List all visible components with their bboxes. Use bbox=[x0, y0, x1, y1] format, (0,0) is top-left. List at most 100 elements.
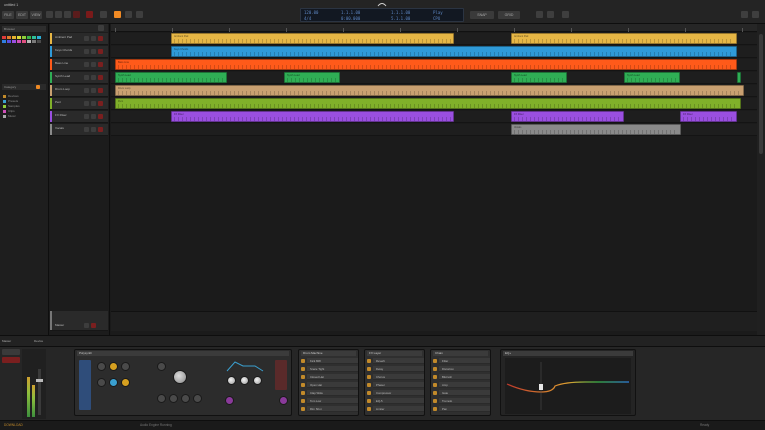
filter-cutoff-knob[interactable] bbox=[173, 370, 187, 384]
device-slot[interactable]: Reverb bbox=[373, 358, 424, 364]
palette-swatch[interactable] bbox=[17, 40, 21, 43]
master-record-button[interactable] bbox=[91, 323, 96, 328]
osc-panel[interactable] bbox=[79, 360, 91, 410]
loop-start-readout[interactable]: 1.1.1.00 bbox=[391, 10, 410, 15]
track-lane[interactable]: Drum Loop bbox=[111, 85, 757, 97]
palette-swatch[interactable] bbox=[32, 40, 36, 43]
volume-fader[interactable] bbox=[38, 369, 41, 415]
device-slot[interactable]: Distortion bbox=[439, 366, 490, 372]
record-arm-button[interactable] bbox=[98, 114, 103, 119]
eq-graph[interactable] bbox=[505, 358, 631, 414]
synth-device[interactable]: Polysynth bbox=[74, 349, 292, 416]
loop-icon[interactable] bbox=[64, 11, 71, 18]
device-tab[interactable]: Device bbox=[34, 338, 64, 345]
track-name[interactable]: Ambient Pad bbox=[55, 35, 72, 39]
track-header[interactable]: Synth Lead bbox=[50, 72, 108, 84]
osc2-knob[interactable] bbox=[109, 362, 118, 371]
view-menu-button[interactable]: VIEW bbox=[30, 11, 42, 19]
edit-menu-button[interactable]: EDIT bbox=[16, 11, 28, 19]
track-header[interactable]: Drum Loop bbox=[50, 85, 108, 97]
mute-button[interactable] bbox=[84, 49, 89, 54]
clip[interactable]: Ambient Pad bbox=[511, 33, 737, 44]
mix-mode-icon[interactable] bbox=[125, 11, 132, 18]
browser-item[interactable]: Presets bbox=[2, 99, 46, 103]
pointer-tool-icon[interactable] bbox=[547, 11, 554, 18]
mute-button[interactable] bbox=[84, 101, 89, 106]
solo-button[interactable] bbox=[91, 36, 96, 41]
device-slot[interactable]: Clap Wide bbox=[307, 390, 358, 396]
device-slot[interactable]: Gate bbox=[439, 390, 490, 396]
track-header[interactable]: Vocals bbox=[50, 124, 108, 136]
device-slot[interactable]: Kick 808 bbox=[307, 358, 358, 364]
solo-button[interactable] bbox=[91, 114, 96, 119]
time-signature-readout[interactable]: 4/4 bbox=[304, 16, 311, 21]
palette-swatch[interactable] bbox=[37, 36, 41, 39]
track-name[interactable]: Vocals bbox=[55, 126, 64, 130]
track-header[interactable]: Bass Line bbox=[50, 59, 108, 71]
grid-button[interactable]: GRID bbox=[498, 11, 520, 19]
device-slot[interactable]: Limiter bbox=[373, 406, 424, 412]
solo-button[interactable] bbox=[91, 75, 96, 80]
device-slot[interactable]: Chorus bbox=[373, 374, 424, 380]
device-slot[interactable]: Delay bbox=[373, 366, 424, 372]
device-slot[interactable]: Pan bbox=[439, 406, 490, 412]
track-header[interactable]: Perc bbox=[50, 98, 108, 110]
palette-swatch[interactable] bbox=[27, 36, 31, 39]
clip[interactable]: Drum Loop bbox=[115, 85, 744, 96]
timeline-ruler[interactable] bbox=[111, 24, 757, 32]
clip[interactable] bbox=[737, 72, 741, 83]
add-track-icon[interactable] bbox=[98, 25, 104, 31]
clip[interactable]: Synth Lead bbox=[115, 72, 227, 83]
arrange-mode-icon[interactable] bbox=[114, 11, 121, 18]
record-arm-button[interactable] bbox=[98, 101, 103, 106]
track-lane[interactable]: Ambient Pad Ambient Pad bbox=[111, 33, 757, 45]
device-menu-icon[interactable] bbox=[2, 349, 20, 355]
browser-item[interactable]: Music bbox=[2, 114, 46, 118]
mute-button[interactable] bbox=[84, 88, 89, 93]
device-slot[interactable]: Bitcrush bbox=[439, 374, 490, 380]
clip[interactable]: Vocals bbox=[511, 124, 681, 135]
metronome-icon[interactable] bbox=[100, 11, 107, 18]
mute-button[interactable] bbox=[84, 62, 89, 67]
palette-swatch[interactable] bbox=[2, 40, 6, 43]
solo-button[interactable] bbox=[91, 88, 96, 93]
automation-record-icon[interactable] bbox=[86, 11, 93, 18]
palette-swatch[interactable] bbox=[2, 36, 6, 39]
sub-knob[interactable] bbox=[109, 378, 118, 387]
file-menu-button[interactable]: FILE bbox=[2, 11, 14, 19]
clip[interactable]: Keys Chords bbox=[171, 46, 737, 57]
palette-swatch[interactable] bbox=[32, 36, 36, 39]
track-name[interactable]: Keys Chords bbox=[55, 48, 72, 52]
volume-fader-handle[interactable] bbox=[36, 379, 43, 382]
track-name[interactable]: Drum Loop bbox=[55, 87, 70, 91]
color-palette[interactable] bbox=[2, 36, 44, 48]
mod-knob[interactable] bbox=[193, 394, 202, 403]
track-name[interactable]: Bass Line bbox=[55, 61, 68, 65]
sustain-knob[interactable] bbox=[253, 376, 262, 385]
resonance-knob[interactable] bbox=[157, 362, 166, 371]
track-header[interactable]: FX Riser bbox=[50, 111, 108, 123]
stop-icon[interactable] bbox=[55, 11, 62, 18]
noise-knob[interactable] bbox=[97, 378, 106, 387]
clip[interactable]: FX Riser bbox=[171, 111, 454, 122]
clip[interactable]: FX Riser bbox=[511, 111, 624, 122]
record-arm-button[interactable] bbox=[98, 88, 103, 93]
clip[interactable]: Ambient Pad bbox=[171, 33, 454, 44]
solo-button[interactable] bbox=[91, 49, 96, 54]
device-slot[interactable]: Tremolo bbox=[439, 398, 490, 404]
track-header[interactable]: Keys Chords bbox=[50, 46, 108, 58]
device-slot[interactable]: Snare Tight bbox=[307, 366, 358, 372]
play-icon[interactable] bbox=[46, 11, 53, 18]
status-left[interactable]: DOWNLOAD bbox=[4, 423, 23, 427]
settings-icon[interactable] bbox=[741, 11, 748, 18]
track-name[interactable]: Perc bbox=[55, 100, 61, 104]
palette-swatch[interactable] bbox=[37, 40, 41, 43]
solo-button[interactable] bbox=[91, 127, 96, 132]
osc1-knob[interactable] bbox=[97, 362, 106, 371]
palette-swatch[interactable] bbox=[17, 36, 21, 39]
device-slot[interactable]: Closed Hat bbox=[307, 374, 358, 380]
glide-knob[interactable] bbox=[279, 396, 288, 405]
loop-end-readout[interactable]: 5.1.1.00 bbox=[391, 16, 410, 21]
clip[interactable]: FX Riser bbox=[680, 111, 737, 122]
drive-knob[interactable] bbox=[157, 394, 166, 403]
